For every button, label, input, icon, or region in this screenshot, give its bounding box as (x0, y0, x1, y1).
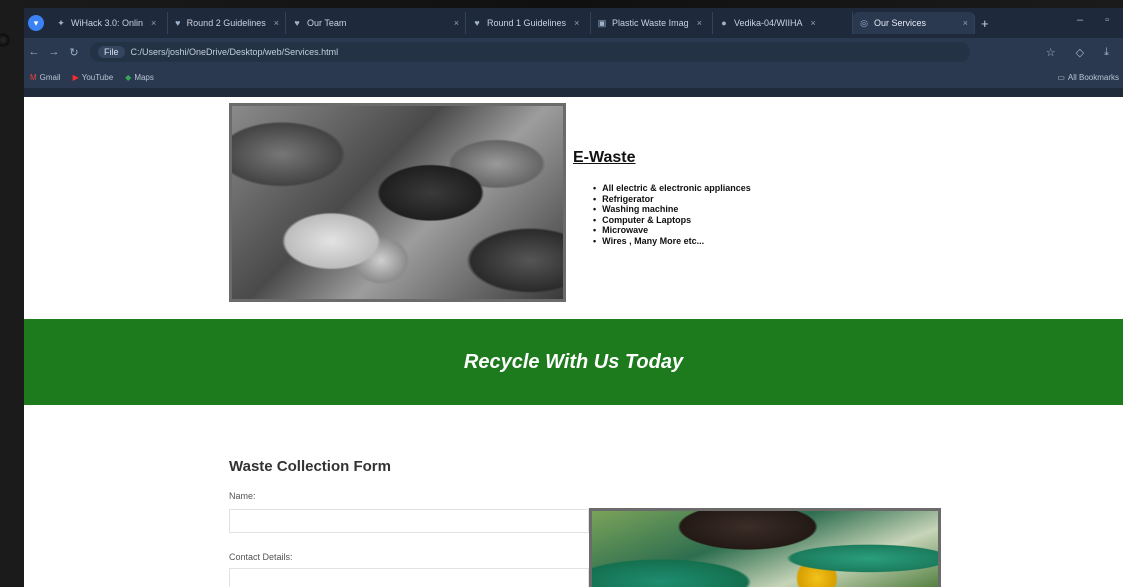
devfolio-icon: ♥ (294, 18, 300, 28)
form-title: Waste Collection Form (229, 458, 391, 475)
close-icon[interactable]: × (274, 18, 279, 28)
tab-label: Vedika-04/WIIHA (734, 18, 803, 28)
close-icon[interactable]: × (151, 18, 156, 28)
bookmark-maps[interactable]: ◆ Maps (125, 73, 154, 82)
maps-icon: ◆ (125, 72, 132, 82)
bookmark-gmail[interactable]: M Gmail (30, 73, 61, 82)
star-icon[interactable]: ☆ (1046, 46, 1056, 59)
list-item: Refrigerator (593, 194, 751, 205)
bookmark-label: Gmail (39, 72, 61, 82)
tab-github[interactable]: ● Vedika-04/WIIHA × (713, 12, 853, 34)
banner-text: Recycle With Us Today (463, 350, 684, 373)
youtube-icon: ▶ (72, 72, 79, 82)
contact-input[interactable] (229, 568, 589, 587)
bookmark-label: Maps (134, 72, 154, 82)
recycle-banner: Recycle With Us Today (24, 319, 1123, 405)
devfolio-icon: ♥ (175, 18, 181, 28)
bookmarks-bar: M Gmail ▶ YouTube ◆ Maps ▭ All Bookmarks (24, 66, 1123, 88)
reload-icon[interactable]: ↻ (64, 46, 84, 59)
tab-label: WiHack 3.0: Onlin (71, 18, 144, 28)
all-bookmarks[interactable]: ▭ All Bookmarks (1057, 73, 1119, 82)
ewaste-list: All electric & electronic appliances Ref… (593, 183, 751, 246)
file-chip[interactable]: File (98, 46, 125, 58)
name-input[interactable] (229, 509, 589, 533)
download-icon[interactable]: ⤓ (1104, 46, 1109, 59)
list-item: Washing machine (593, 204, 751, 215)
extensions-icon[interactable]: ◇ (1076, 46, 1084, 59)
tab-label: Our Team (307, 18, 347, 28)
new-tab-button[interactable]: + (981, 16, 989, 31)
tab-label: Round 1 Guidelines (487, 18, 567, 28)
close-icon[interactable]: × (811, 18, 816, 28)
close-icon[interactable]: × (963, 18, 968, 28)
url-text: C:/Users/joshi/OneDrive/Desktop/web/Serv… (130, 47, 339, 57)
minimize-icon[interactable]: – (1077, 14, 1083, 26)
list-item: Computer & Laptops (593, 215, 751, 226)
list-item: All electric & electronic appliances (593, 183, 751, 194)
tab-round1[interactable]: ♥ Round 1 Guidelines × (466, 12, 591, 34)
tab-round2[interactable]: ♥ Round 2 Guidelines × (168, 12, 286, 34)
tab-label: Our Services (874, 18, 927, 28)
name-label: Name: (229, 491, 256, 501)
tab-wihack[interactable]: ✦ WiHack 3.0: Onlin × (50, 12, 168, 34)
list-item: Microwave (593, 225, 751, 236)
globe-icon: ◎ (860, 18, 868, 28)
tab-our-team[interactable]: ♥ Our Team × (286, 12, 466, 34)
gmail-icon: M (30, 72, 37, 82)
bookmark-youtube[interactable]: ▶ YouTube (73, 73, 114, 82)
back-icon[interactable]: ← (24, 46, 44, 58)
close-icon[interactable]: × (697, 18, 702, 28)
url-bar[interactable]: File C:/Users/joshi/OneDrive/Desktop/web… (90, 42, 970, 62)
bookmark-label: All Bookmarks (1067, 72, 1119, 82)
list-item: Wires , Many More etc... (593, 236, 751, 247)
tab-label: Plastic Waste Imag (612, 18, 689, 28)
folder-icon: ▭ (1057, 72, 1065, 82)
github-icon: ● (721, 18, 727, 28)
tab-strip: ▾ ✦ WiHack 3.0: Onlin × ♥ Round 2 Guidel… (24, 8, 1123, 38)
maximize-icon[interactable]: ▫ (1105, 14, 1109, 26)
hackathon-icon: ✦ (57, 18, 65, 28)
page-content: E-Waste All electric & electronic applia… (24, 97, 1123, 587)
browser-chrome: ▾ ✦ WiHack 3.0: Onlin × ♥ Round 2 Guidel… (24, 8, 1123, 97)
devfolio-icon: ♥ (474, 18, 480, 28)
tab-plastic-waste[interactable]: ▣ Plastic Waste Imag × (591, 12, 713, 34)
tab-label: Round 2 Guidelines (186, 18, 266, 28)
bookmark-label: YouTube (81, 72, 114, 82)
forward-icon[interactable]: → (44, 46, 64, 58)
browser-menu-icon[interactable]: ▾ (28, 15, 44, 31)
image-icon: ▣ (597, 18, 607, 28)
ewaste-title: E-Waste (573, 149, 636, 166)
tab-our-services[interactable]: ◎ Our Services × (853, 12, 975, 34)
contact-label: Contact Details: (229, 552, 293, 562)
ewaste-image (229, 103, 566, 302)
window-controls: – ▫ (1077, 14, 1109, 26)
waste-bin-image (589, 508, 941, 587)
toolbar-icons: ☆ ◇ ⤓ (1046, 46, 1123, 59)
close-icon[interactable]: × (574, 18, 579, 28)
close-icon[interactable]: × (454, 18, 459, 28)
address-bar-row: ← → ↻ File C:/Users/joshi/OneDrive/Deskt… (24, 38, 1123, 66)
